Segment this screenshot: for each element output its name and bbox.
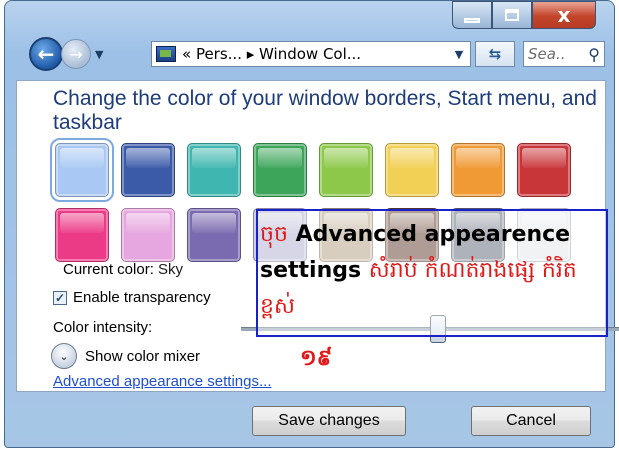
- color-intensity-label: Color intensity:: [53, 319, 153, 336]
- close-button[interactable]: x: [532, 1, 596, 29]
- recent-pages-dropdown-icon[interactable]: ▼: [95, 48, 103, 61]
- color-swatch-lemon[interactable]: [385, 143, 439, 197]
- color-swatch-sea[interactable]: [187, 143, 241, 197]
- search-icon[interactable]: ⚲: [588, 45, 600, 64]
- color-swatch-ruby[interactable]: [517, 143, 571, 197]
- refresh-icon: ⇆: [488, 45, 502, 63]
- close-icon: x: [557, 3, 571, 27]
- transparency-checkbox-row[interactable]: ✓ Enable transparency: [53, 289, 211, 306]
- page-title: Change the color of your window borders,…: [53, 87, 597, 134]
- transparency-label: Enable transparency: [73, 289, 211, 306]
- search-box[interactable]: Sea.. ⚲: [523, 41, 605, 67]
- callout-khmer-prefix: ចុច: [260, 222, 288, 247]
- address-bar[interactable]: « Pers... ▸ Window Col... ▼: [151, 41, 471, 67]
- save-changes-button[interactable]: Save changes: [252, 406, 406, 436]
- show-color-mixer-toggle[interactable]: ⌄ Show color mixer: [51, 343, 200, 369]
- color-swatch-leaf[interactable]: [253, 143, 307, 197]
- advanced-appearance-link[interactable]: Advanced appearance settings...: [53, 373, 271, 390]
- color-swatch-pumpkin[interactable]: [451, 143, 505, 197]
- color-swatch-fuchsia[interactable]: [55, 208, 109, 262]
- transparency-checkbox[interactable]: ✓: [53, 290, 67, 305]
- footer-bar: Save changes Cancel: [16, 394, 606, 444]
- maximize-icon: [505, 9, 519, 21]
- forward-arrow-icon: →: [69, 44, 83, 64]
- search-placeholder: Sea..: [528, 45, 566, 63]
- address-text: « Pers... ▸ Window Col...: [182, 45, 362, 63]
- current-color-label: Current color:: [63, 261, 154, 278]
- navigation-buttons: ← → ▼: [29, 37, 103, 71]
- cancel-button[interactable]: Cancel: [471, 406, 591, 436]
- maximize-button[interactable]: [492, 1, 532, 29]
- current-color-row: Current color: Sky: [63, 261, 183, 278]
- color-swatch-blush[interactable]: [121, 208, 175, 262]
- current-color-value: Sky: [158, 261, 184, 278]
- color-swatch-lime[interactable]: [319, 143, 373, 197]
- color-swatch-violet[interactable]: [187, 208, 241, 262]
- refresh-button[interactable]: ⇆: [475, 41, 515, 67]
- back-button[interactable]: ←: [29, 37, 63, 71]
- step-number: ១៩: [300, 346, 333, 371]
- control-panel-icon: [156, 46, 176, 62]
- caption-buttons: x: [452, 1, 596, 29]
- minimize-button[interactable]: [452, 1, 492, 29]
- minimize-icon: [464, 17, 480, 23]
- color-swatch-twilight[interactable]: [121, 143, 175, 197]
- tutorial-callout-text: ចុច Advanced appearence settings សំរាប់ …: [260, 217, 605, 325]
- back-arrow-icon: ←: [37, 42, 55, 66]
- color-mixer-label: Show color mixer: [85, 347, 201, 365]
- address-dropdown-icon[interactable]: ▼: [448, 48, 470, 61]
- color-swatch-sky[interactable]: [50, 138, 114, 202]
- chevron-down-icon[interactable]: ⌄: [51, 343, 77, 369]
- forward-button[interactable]: →: [61, 39, 91, 69]
